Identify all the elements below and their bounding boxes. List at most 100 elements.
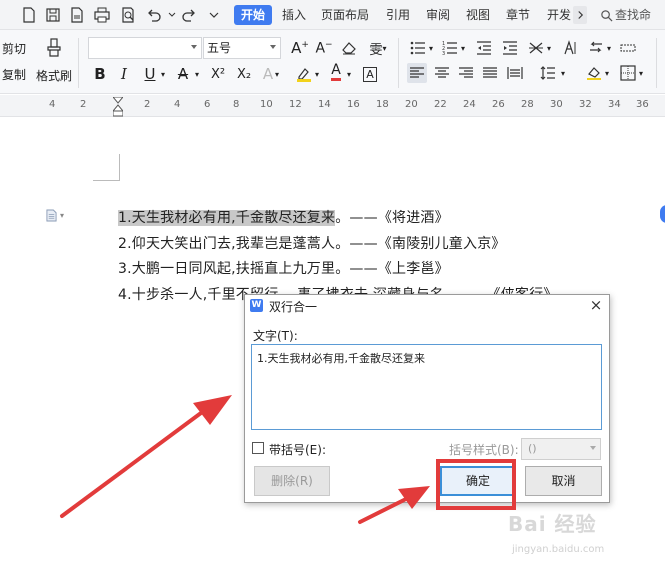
tab-home[interactable]: 开始 (234, 5, 273, 25)
undo-dropdown-icon[interactable] (163, 6, 181, 24)
cut-button[interactable]: 剪切 (2, 40, 26, 57)
bracket-style-label: 括号样式(B): (449, 443, 519, 457)
clear-formatting-icon[interactable] (339, 38, 359, 58)
close-icon[interactable]: × (589, 298, 603, 313)
marks-dropdown-icon[interactable]: ▾ (604, 38, 614, 58)
ruler-number: 22 (434, 99, 447, 110)
search-box[interactable]: 查找命 (600, 5, 651, 25)
tab-references[interactable]: 引用 (384, 5, 412, 25)
print-preview-icon[interactable] (119, 6, 137, 24)
align-right-icon[interactable] (456, 63, 476, 83)
tab-review[interactable]: 审阅 (424, 5, 452, 25)
bullet-list-icon[interactable] (408, 38, 428, 58)
watermark-main: Bai 经验 (508, 512, 597, 536)
font-color-dropdown-icon[interactable]: ▾ (344, 64, 354, 84)
distribute-icon[interactable] (505, 63, 525, 83)
save-icon[interactable] (44, 6, 62, 24)
character-border-icon[interactable]: A (360, 64, 380, 84)
dialog-title-bar[interactable]: W 双行合一 × (245, 295, 609, 317)
delete-button[interactable]: 删除(R) (254, 466, 330, 496)
italic-button[interactable]: I (114, 64, 134, 84)
customize-toolbar-icon[interactable] (205, 6, 223, 24)
borders-dropdown-icon[interactable]: ▾ (636, 63, 646, 83)
highlight-dropdown-icon[interactable]: ▾ (312, 64, 322, 84)
justify-icon[interactable] (480, 63, 500, 83)
line-spacing-dropdown-icon[interactable]: ▾ (558, 63, 568, 83)
format-painter-icon[interactable] (42, 36, 66, 60)
shrink-font-icon[interactable]: A− (314, 38, 334, 58)
poem-line-1[interactable]: 1.天生我材必有用,千金散尽还复来。——《将进酒》 (118, 207, 449, 227)
align-left-icon[interactable] (407, 63, 427, 83)
tab-view[interactable]: 视图 (464, 5, 492, 25)
ruler-number: 6 (204, 99, 211, 110)
font-color-icon[interactable]: A (326, 62, 346, 82)
borders-icon[interactable] (618, 63, 638, 83)
copy-button[interactable]: 复制 (2, 66, 26, 83)
undo-icon[interactable] (145, 6, 163, 24)
tab-chapter[interactable]: 章节 (504, 5, 532, 25)
indent-marker[interactable] (111, 96, 125, 117)
ruler-number: 2 (80, 99, 87, 110)
ruler-number: 10 (260, 99, 273, 110)
table-grid-icon[interactable] (618, 38, 638, 58)
bracket-checkbox-label[interactable]: 带括号(E): (269, 441, 326, 458)
strikethrough-icon[interactable]: A (173, 64, 193, 84)
tab-page-layout[interactable]: 页面布局 (319, 5, 371, 25)
text-field[interactable]: 1.天生我材必有用,千金散尽还复来 (251, 344, 602, 430)
menu-bar: 开始 插入 页面布局 引用 审阅 视图 章节 开发 查找命 (0, 0, 665, 30)
print-icon[interactable] (93, 6, 111, 24)
grow-font-icon[interactable]: A+ (290, 38, 310, 58)
chinese-layout-dropdown-icon[interactable]: ▾ (544, 38, 554, 58)
numbered-list-icon[interactable]: 123 (440, 38, 460, 58)
phonetic-guide-icon[interactable]: 雯 ▾ (364, 38, 392, 58)
line-spacing-icon[interactable] (538, 63, 558, 83)
numbered-dropdown-icon[interactable]: ▾ (458, 38, 468, 58)
poem-line-3[interactable]: 3.大鹏一日同风起,扶摇直上九万里。——《上李邕》 (118, 258, 449, 278)
shading-icon[interactable] (584, 63, 604, 83)
annotation-highlight-box (436, 459, 516, 510)
ruler-number: 14 (318, 99, 331, 110)
ruler-number: 12 (289, 99, 302, 110)
decrease-indent-icon[interactable] (474, 38, 494, 58)
more-tabs-button[interactable] (573, 6, 587, 24)
sort-icon[interactable] (560, 38, 580, 58)
increase-indent-icon[interactable] (500, 38, 520, 58)
assistant-bubble[interactable] (660, 205, 665, 223)
selected-text[interactable]: 1.天生我材必有用,千金散尽还复来 (118, 210, 336, 226)
bracket-checkbox[interactable] (252, 442, 264, 454)
strikethrough-dropdown-icon[interactable]: ▾ (192, 64, 202, 84)
ruler-number: 24 (463, 99, 476, 110)
horizontal-ruler[interactable]: 4 2 2 4 6 8 10 12 14 16 18 20 22 24 26 2… (0, 95, 665, 117)
export-pdf-icon[interactable] (68, 6, 86, 24)
ruler-number: 2 (144, 99, 151, 110)
chevron-right-icon (577, 11, 583, 19)
underline-button[interactable]: U (140, 64, 160, 84)
ribbon-home: 剪切 复制 格式刷 五号 A+ A− 雯 ▾ B I U ▾ A ▾ X² X₂ … (0, 30, 665, 94)
combine-two-lines-dialog: W 双行合一 × 文字(T): 1.天生我材必有用,千金散尽还复来 带括号(E)… (244, 294, 610, 503)
bold-button[interactable]: B (90, 64, 110, 84)
chevron-down-icon (270, 45, 276, 49)
paragraph-handle[interactable]: ▾ (46, 207, 76, 223)
cancel-button[interactable]: 取消 (525, 466, 602, 496)
shading-dropdown-icon[interactable]: ▾ (602, 63, 612, 83)
tab-insert[interactable]: 插入 (280, 5, 308, 25)
chinese-layout-icon[interactable] (526, 38, 546, 58)
font-name-select[interactable] (88, 37, 202, 59)
underline-dropdown-icon[interactable]: ▾ (158, 64, 168, 84)
tab-developer[interactable]: 开发 (545, 5, 573, 25)
redo-icon[interactable] (180, 6, 198, 24)
bullet-dropdown-icon[interactable]: ▾ (426, 38, 436, 58)
font-size-select[interactable]: 五号 (203, 37, 281, 59)
text-effect-dropdown-icon[interactable]: ▾ (272, 64, 282, 84)
format-painter-label[interactable]: 格式刷 (36, 67, 72, 84)
show-hide-marks-icon[interactable] (586, 38, 606, 58)
chevron-down-icon: ▾ (60, 210, 65, 220)
subscript-button[interactable]: X₂ (232, 64, 256, 84)
bracket-style-select[interactable]: () (521, 438, 601, 460)
new-document-icon[interactable] (20, 6, 38, 24)
highlight-color-icon[interactable] (294, 64, 314, 84)
align-center-icon[interactable] (432, 63, 452, 83)
superscript-button[interactable]: X² (206, 64, 230, 84)
poem-line-2[interactable]: 2.仰天大笑出门去,我辈岂是蓬蒿人。——《南陵别儿童入京》 (118, 233, 506, 253)
search-icon (601, 9, 613, 21)
